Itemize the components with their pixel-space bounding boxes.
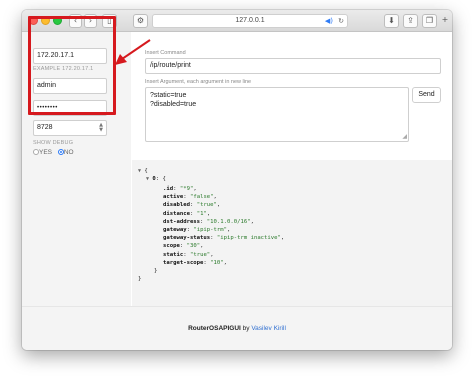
json-row: scope: "30", xyxy=(163,243,204,250)
json-value: "10.1.0.0/16" xyxy=(206,218,251,225)
json-key: distance xyxy=(163,210,190,217)
collapse-triangle-icon[interactable]: ▼ xyxy=(138,168,141,174)
download-icon: ⬇ xyxy=(388,16,395,25)
tabs-button[interactable]: ❐ xyxy=(422,14,437,28)
debug-yes-label: YES xyxy=(39,149,53,156)
reload-icon[interactable]: ↻ xyxy=(338,15,344,27)
json-row: active: "false", xyxy=(163,194,217,201)
json-output: ▼ { ▼ 0: { .id: "*9", active: "false", dis… xyxy=(132,160,452,308)
json-row: .id: "*9", xyxy=(163,186,197,192)
json-row: dst-address: "10.1.0.0/16", xyxy=(163,218,254,225)
json-value: "true" xyxy=(196,202,217,209)
json-row: gateway-status: "ipip-trm inactive", xyxy=(163,235,285,242)
collapse-triangle-icon[interactable]: ▼ xyxy=(146,176,149,182)
arguments-textarea[interactable]: ?static=true ?disabled=true ◢ xyxy=(145,87,409,142)
json-entry: ▼ 0: { xyxy=(146,176,166,182)
json-value: "ipip-trm inactive" xyxy=(216,235,281,242)
url-text: 127.0.0.1 xyxy=(235,17,265,24)
send-button[interactable]: Send xyxy=(412,87,441,103)
json-value: "30" xyxy=(186,243,201,250)
app-name: RouterOSAPIGUI xyxy=(188,325,241,332)
json-key: .id xyxy=(163,186,174,192)
json-key: disabled xyxy=(163,202,190,209)
arrow-icon xyxy=(115,39,151,65)
json-value: "false" xyxy=(189,194,214,201)
json-row: static: "true", xyxy=(163,251,214,258)
json-value: "true" xyxy=(189,251,211,258)
address-bar[interactable]: 127.0.0.1 ◀) ↻ xyxy=(152,14,348,28)
json-key: gateway xyxy=(163,227,187,233)
main-panel: Insert Command /ip/route/print Insert Ar… xyxy=(131,32,452,308)
browser-window: ‹ › ▯ ⚙ 127.0.0.1 ◀) ↻ ⬇ ⇪ ❐ + 172.20.17… xyxy=(22,10,452,350)
port-value: 8728 xyxy=(37,124,53,131)
json-key: scope xyxy=(163,243,180,250)
json-key: gateway-status xyxy=(163,235,211,242)
resize-grip-icon[interactable]: ◢ xyxy=(402,132,407,141)
highlight-box xyxy=(28,16,116,115)
debug-no-label: NO xyxy=(63,149,74,156)
json-row: disabled: "true", xyxy=(163,202,221,209)
footer-by: by xyxy=(240,325,252,332)
json-key: active xyxy=(163,194,184,201)
json-open-brace: { xyxy=(144,168,148,174)
tabs-icon: ❐ xyxy=(425,16,434,25)
argument-line: ?disabled=true xyxy=(150,101,197,108)
share-icon: ⇪ xyxy=(407,16,414,25)
stepper-arrows-icon[interactable]: ▲ ▼ xyxy=(99,123,103,133)
plus-icon: + xyxy=(441,15,449,24)
json-value: "10" xyxy=(210,259,224,266)
json-root: ▼ { xyxy=(138,168,148,174)
show-debug-label: SHOW DEBUG xyxy=(33,140,74,146)
json-row: target-scope: "10", xyxy=(163,259,228,266)
site-settings-button[interactable]: ⚙ xyxy=(133,14,148,28)
page-footer: RouterOSAPIGUI by Vasilev Kirill xyxy=(22,306,452,350)
command-input[interactable]: /ip/route/print xyxy=(145,58,441,74)
json-key: static xyxy=(163,251,184,258)
json-entry-close: } xyxy=(154,268,158,274)
json-key: dst-address xyxy=(163,218,201,225)
debug-radio-group: YES NO xyxy=(33,149,74,156)
speaker-icon[interactable]: ◀) xyxy=(325,15,333,27)
new-tab-button[interactable]: + xyxy=(439,14,451,28)
download-button[interactable]: ⬇ xyxy=(384,14,399,28)
insert-argument-label: Insert Argument, each argument in new li… xyxy=(145,79,252,85)
json-row: gateway: "ipip-trm", xyxy=(163,227,231,233)
port-input[interactable]: 8728 ▲ ▼ xyxy=(33,120,107,136)
json-value: "*9" xyxy=(179,186,194,192)
json-row: distance: "1", xyxy=(163,210,211,217)
share-button[interactable]: ⇪ xyxy=(403,14,418,28)
command-value: /ip/route/print xyxy=(150,62,191,69)
json-value: "1" xyxy=(196,210,207,217)
json-key: target-scope xyxy=(163,259,204,266)
gear-icon: ⚙ xyxy=(136,16,145,25)
json-close-brace: } xyxy=(138,276,142,283)
json-value: "ipip-trm" xyxy=(193,227,228,233)
argument-line: ?static=true xyxy=(150,92,187,99)
author-link[interactable]: Vasilev Kirill xyxy=(251,325,286,332)
